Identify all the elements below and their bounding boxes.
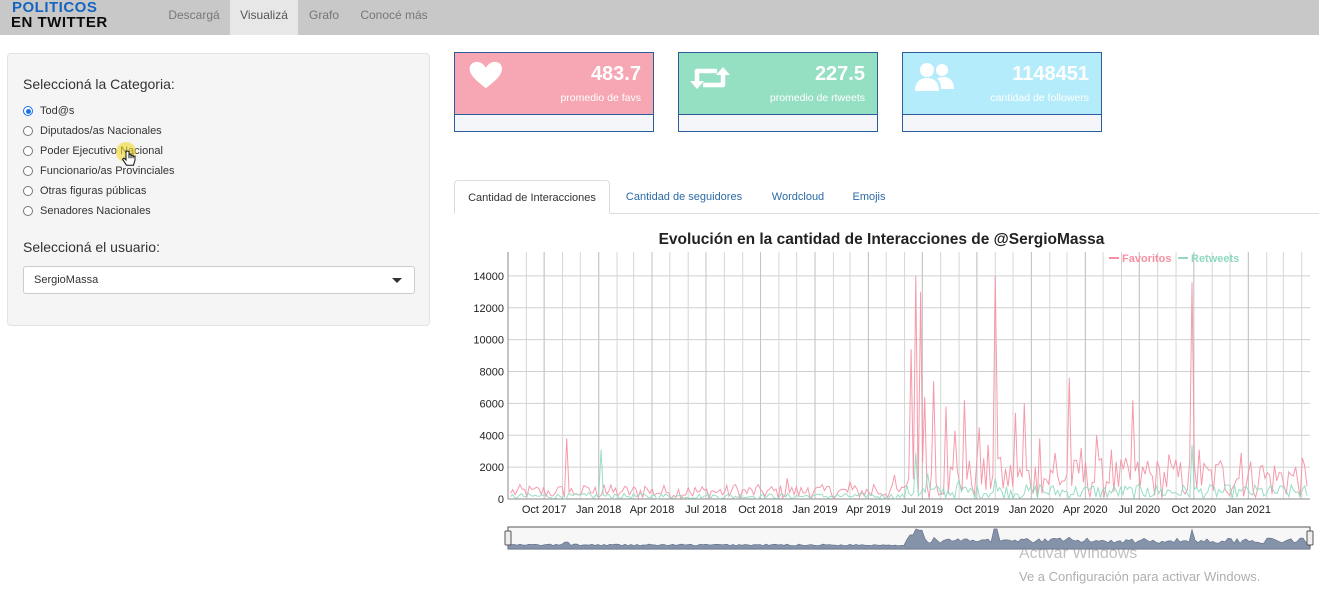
x-tick-label: Jul 2018 xyxy=(685,504,727,516)
x-tick-label: Oct 2020 xyxy=(1171,504,1216,516)
favs-value: 483.7 xyxy=(590,63,641,85)
x-tick-label: Apr 2020 xyxy=(1063,504,1108,516)
user-select[interactable]: SergioMassa xyxy=(23,266,415,294)
y-tick-label: 10000 xyxy=(473,335,504,347)
radio-button[interactable] xyxy=(23,146,33,156)
user-label: Seleccioná el usuario: xyxy=(23,239,160,255)
radio-todos[interactable]: Tod@s xyxy=(23,102,74,120)
radio-label: Funcionario/as Provinciales xyxy=(40,165,175,177)
tab-cantidad-interacciones[interactable]: Cantidad de Interacciones xyxy=(454,180,610,214)
x-tick-label: Jul 2019 xyxy=(902,504,944,516)
category-label: Seleccioná la Categoria: xyxy=(23,76,175,92)
favs-box-footer xyxy=(455,114,653,131)
retweet-icon xyxy=(690,67,730,89)
rtweets-subtitle: promedio de rtweets xyxy=(769,92,865,104)
rtweets-value-box: 227.5 promedio de rtweets xyxy=(678,52,878,132)
nav-tab-visualiza[interactable]: Visualizá xyxy=(230,0,298,35)
rtweets-box-footer xyxy=(679,114,877,131)
x-tick-label: Jan 2018 xyxy=(576,504,621,516)
followers-subtitle: cantidad de followers xyxy=(990,92,1089,104)
radio-label: Diputados/as Nacionales xyxy=(40,125,162,137)
radio-label: Poder Ejecutivo Nacional xyxy=(40,145,163,157)
heart-icon xyxy=(469,61,502,89)
legend-label-favoritos: Favoritos xyxy=(1122,253,1172,265)
range-handle-left xyxy=(504,530,512,546)
tab-emojis[interactable]: Emojis xyxy=(840,180,898,214)
tab-wordcloud[interactable]: Wordcloud xyxy=(760,180,836,214)
y-tick-label: 8000 xyxy=(480,367,504,379)
range-handle-right xyxy=(1306,530,1314,546)
radio-funcionarios[interactable]: Funcionario/as Provinciales xyxy=(23,162,175,180)
radio-label: Senadores Nacionales xyxy=(40,205,151,217)
sidebar-panel: Seleccioná la Categoria: Tod@s Diputados… xyxy=(7,53,430,326)
radio-label: Tod@s xyxy=(40,105,75,117)
x-tick-label: Jan 2020 xyxy=(1009,504,1054,516)
favs-box-top: 483.7 promedio de favs xyxy=(455,53,653,114)
radio-otras-figuras[interactable]: Otras figuras públicas xyxy=(23,182,146,200)
y-tick-label: 0 xyxy=(498,494,504,506)
interactions-chart[interactable]: 0 2000 4000 6000 8000 10000 12000 14000 Oct 2017… xyxy=(454,247,1319,557)
user-select-value: SergioMassa xyxy=(34,274,99,286)
radio-button[interactable] xyxy=(23,206,33,216)
nav-tab-descarga[interactable]: Descargá xyxy=(158,0,230,35)
radio-button[interactable] xyxy=(23,126,33,136)
watermark-subtitle: Ve a Configuración para activar Windows. xyxy=(1019,569,1261,584)
x-tick-label: Oct 2017 xyxy=(522,504,567,516)
top-navbar: POLITICOS EN TWITTER Descargá Visualizá … xyxy=(0,0,1319,35)
x-tick-label: Apr 2018 xyxy=(630,504,675,516)
radio-button[interactable] xyxy=(23,186,33,196)
x-tick-label: Oct 2019 xyxy=(955,504,1000,516)
tab-cantidad-seguidores[interactable]: Cantidad de seguidores xyxy=(614,180,754,214)
nav-tab-grafo[interactable]: Grafo xyxy=(298,0,350,35)
y-tick-label: 12000 xyxy=(473,303,504,315)
y-tick-label: 14000 xyxy=(473,271,504,283)
y-tick-label: 6000 xyxy=(480,398,504,410)
followers-value-box: 1148451 cantidad de followers xyxy=(902,52,1102,132)
radio-senadores[interactable]: Senadores Nacionales xyxy=(23,202,151,220)
favs-value-box: 483.7 promedio de favs xyxy=(454,52,654,132)
hand-cursor-icon xyxy=(122,150,136,166)
watermark-title: Activar Windows xyxy=(1019,545,1138,562)
x-tick-label: Jan 2019 xyxy=(792,504,837,516)
followers-box-footer xyxy=(903,114,1101,131)
brand-logo[interactable]: POLITICOS EN TWITTER xyxy=(10,0,120,34)
favs-subtitle: promedio de favs xyxy=(560,92,641,104)
x-tick-label: Jul 2020 xyxy=(1118,504,1160,516)
rtweets-box-top: 227.5 promedio de rtweets xyxy=(679,53,877,114)
brand-line-2: EN TWITTER xyxy=(11,14,108,31)
legend-label-retweets: Retweets xyxy=(1191,253,1239,265)
x-tick-label: Oct 2018 xyxy=(738,504,783,516)
radio-button[interactable] xyxy=(23,166,33,176)
radio-poder-ejecutivo[interactable]: Poder Ejecutivo Nacional xyxy=(23,142,163,160)
x-tick-label: Jan 2021 xyxy=(1226,504,1271,516)
radio-button-selected[interactable] xyxy=(23,106,33,116)
y-tick-label: 2000 xyxy=(480,462,504,474)
x-tick-label: Apr 2019 xyxy=(846,504,891,516)
rtweets-value: 227.5 xyxy=(814,63,865,85)
followers-value: 1148451 xyxy=(1012,63,1089,85)
y-tick-label: 4000 xyxy=(480,430,504,442)
series-line-favoritos xyxy=(509,275,1308,501)
nav-tab-conoce-mas[interactable]: Conocé más xyxy=(350,0,438,35)
chevron-down-icon xyxy=(392,278,402,283)
radio-label: Otras figuras públicas xyxy=(40,185,147,197)
radio-diputados[interactable]: Diputados/as Nacionales xyxy=(23,122,162,140)
users-icon xyxy=(915,63,954,91)
followers-box-top: 1148451 cantidad de followers xyxy=(903,53,1101,114)
